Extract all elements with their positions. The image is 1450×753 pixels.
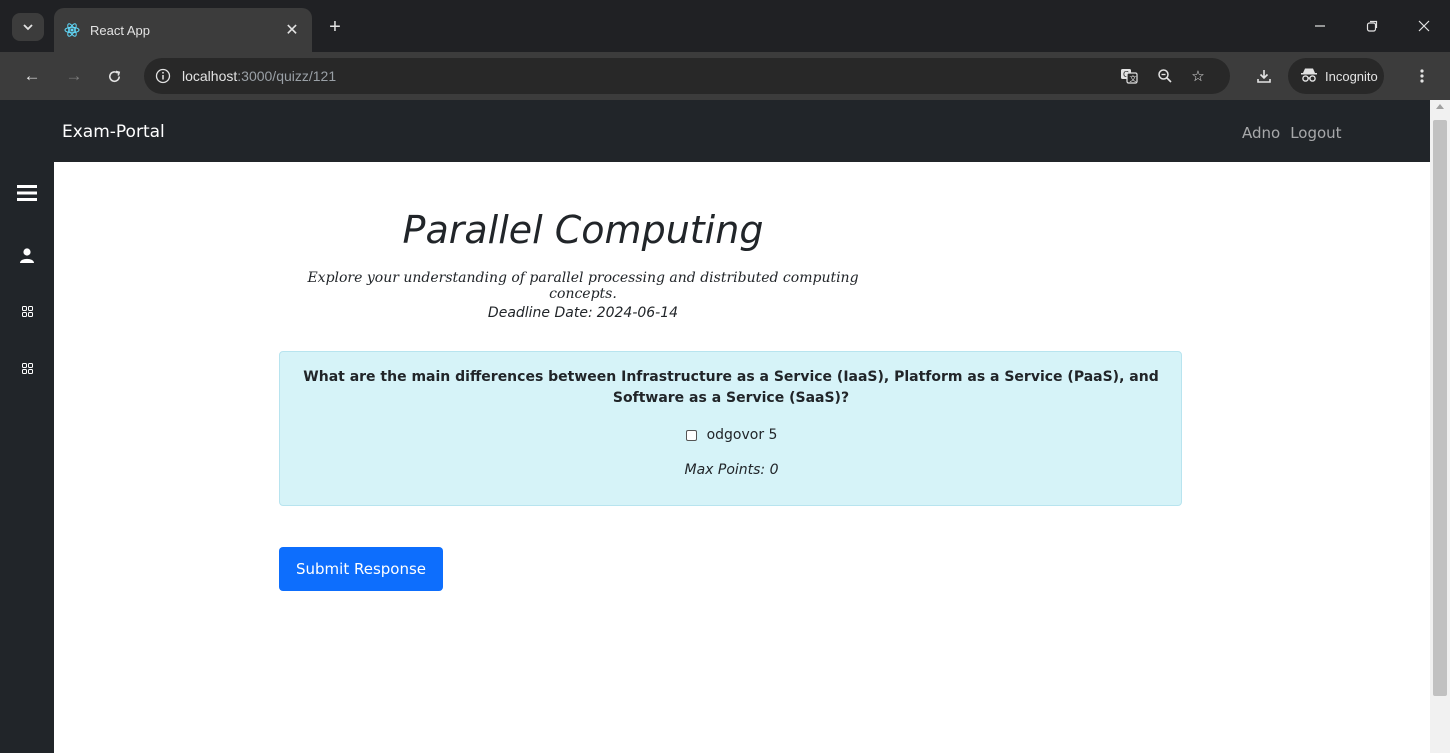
answer-checkbox[interactable] <box>685 429 697 441</box>
forward-icon[interactable]: → <box>60 62 88 90</box>
url-host: localhost <box>182 68 238 84</box>
user-icon[interactable] <box>0 248 54 263</box>
reload-icon[interactable] <box>100 62 128 90</box>
window-controls <box>1294 0 1450 52</box>
answer-option[interactable]: odgovor 5 <box>280 427 1183 443</box>
grid-icon[interactable] <box>0 363 54 374</box>
tab-strip: React App ✕ + <box>0 0 1450 52</box>
back-icon[interactable]: ← <box>18 62 46 90</box>
plus-icon[interactable]: + <box>320 13 350 41</box>
download-icon[interactable] <box>1250 62 1278 90</box>
info-icon[interactable] <box>152 65 174 87</box>
scrollbar[interactable] <box>1430 100 1450 753</box>
scroll-thumb[interactable] <box>1433 120 1447 696</box>
incognito-badge[interactable]: Incognito <box>1288 58 1384 94</box>
answer-label: odgovor 5 <box>706 427 778 443</box>
translate-icon[interactable]: G文 <box>1119 66 1139 86</box>
address-bar[interactable]: localhost:3000/quizz/121 G文 ☆ <box>144 58 1230 94</box>
zoom-icon[interactable] <box>1155 66 1175 86</box>
browser-tab[interactable]: React App ✕ <box>54 8 312 52</box>
deadline-value: 2024-06-14 <box>596 305 679 321</box>
top-navbar: Exam-Portal Adno Logout <box>0 100 1430 162</box>
deadline: Deadline Date: 2024-06-14 <box>280 305 886 321</box>
close-icon[interactable]: ✕ <box>280 18 304 42</box>
max-points: Max Points: 0 <box>684 462 779 478</box>
window-close-icon[interactable] <box>1398 0 1450 52</box>
page-viewport: Exam-Portal Adno Logout Parallel Computi… <box>0 100 1450 753</box>
incognito-label: Incognito <box>1325 68 1378 84</box>
browser-toolbar: ← → localhost:3000/quizz/121 G文 ☆ Incogn… <box>0 52 1450 100</box>
brand-link[interactable]: Exam-Portal <box>62 122 165 142</box>
submit-response-button[interactable]: Submit Response <box>279 547 443 591</box>
question-text: What are the main differences between In… <box>303 369 1159 406</box>
url-text: localhost:3000/quizz/121 <box>182 68 336 84</box>
user-link[interactable]: Adno <box>1242 124 1280 142</box>
star-icon[interactable]: ☆ <box>1188 66 1208 86</box>
quiz-description: Explore your understanding of parallel p… <box>307 270 859 302</box>
incognito-icon <box>1300 67 1318 86</box>
more-icon[interactable] <box>1408 62 1436 90</box>
quiz-title: Parallel Computing <box>402 208 764 252</box>
hamburger-icon[interactable] <box>0 184 54 202</box>
nav-right: Adno Logout <box>1242 124 1342 142</box>
react-icon <box>64 22 80 38</box>
question-card: What are the main differences between In… <box>279 351 1182 506</box>
url-path: :3000/quizz/121 <box>237 68 337 84</box>
grid-icon[interactable] <box>0 306 54 317</box>
restore-icon[interactable] <box>1346 0 1398 52</box>
sidebar <box>0 162 54 753</box>
deadline-label: Deadline Date: <box>487 305 593 321</box>
tab-title: React App <box>90 22 150 38</box>
svg-text:文: 文 <box>1130 74 1137 83</box>
logout-link[interactable]: Logout <box>1290 124 1341 142</box>
scroll-up-arrow[interactable] <box>1436 104 1444 109</box>
minimize-icon[interactable] <box>1294 0 1346 52</box>
tab-search-icon[interactable] <box>12 13 44 41</box>
